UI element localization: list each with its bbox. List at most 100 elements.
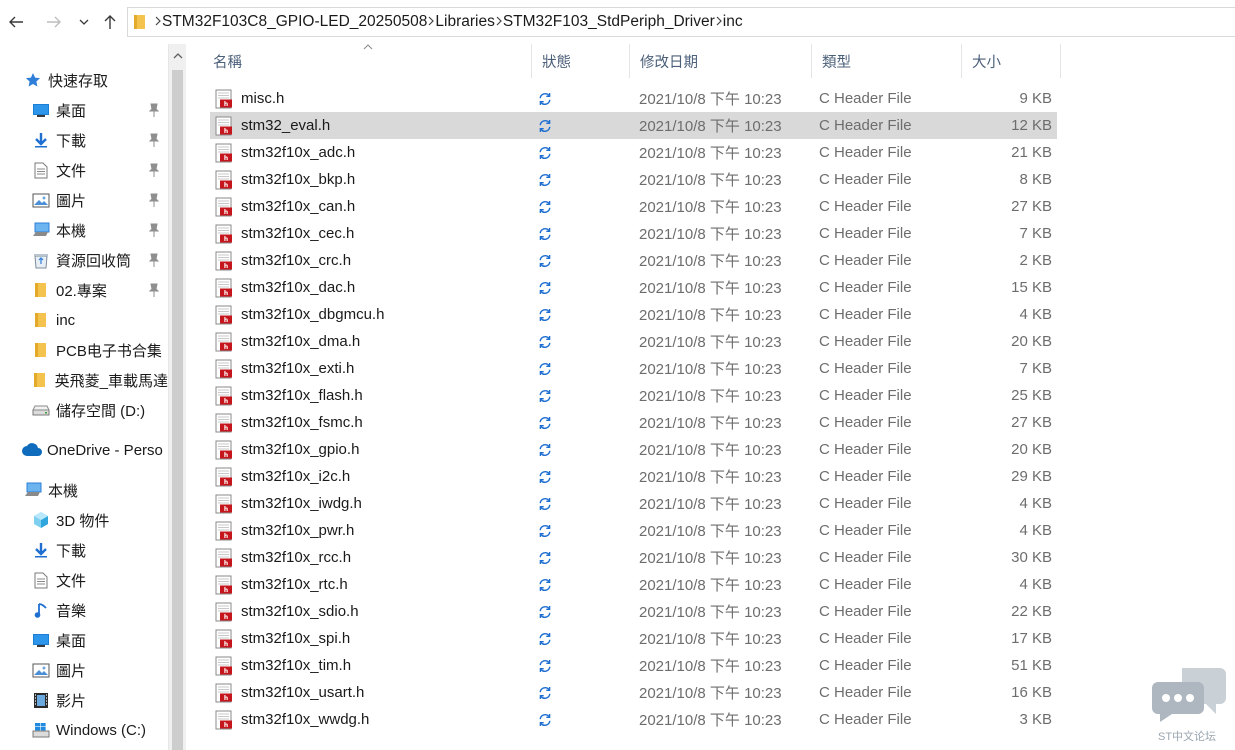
column-header-type[interactable]: 類型 xyxy=(811,44,961,78)
sidebar-item-label: 下載 xyxy=(56,542,87,560)
file-row[interactable]: h stm32f10x_crc.h 2021/10/8 下午 10:23 C Head… xyxy=(210,247,1057,274)
file-row[interactable]: h stm32f10x_i2c.h 2021/10/8 下午 10:23 C Head… xyxy=(210,463,1057,490)
sidebar-item[interactable]: inc xyxy=(0,305,168,335)
sync-status-icon xyxy=(538,470,552,484)
file-row[interactable]: h stm32f10x_gpio.h 2021/10/8 下午 10:23 C Hea… xyxy=(210,436,1057,463)
pin-icon[interactable] xyxy=(148,193,160,211)
sidebar-item[interactable]: 桌面 xyxy=(0,95,168,125)
file-row[interactable]: h stm32f10x_flash.h 2021/10/8 下午 10:23 C He… xyxy=(210,382,1057,409)
file-row[interactable]: h stm32_eval.h 2021/10/8 下午 10:23 C Header … xyxy=(210,112,1057,139)
c-header-file-icon: h xyxy=(214,440,234,460)
sidebar-item[interactable]: 快速存取 xyxy=(0,65,168,95)
file-row[interactable]: h stm32f10x_adc.h 2021/10/8 下午 10:23 C Head… xyxy=(210,139,1057,166)
file-row[interactable]: h stm32f10x_sdio.h 2021/10/8 下午 10:23 C Hea… xyxy=(210,598,1057,625)
sidebar-item[interactable]: 資源回收筒 xyxy=(0,245,168,275)
sidebar-item[interactable]: Windows (C:) xyxy=(0,715,168,745)
sidebar-item[interactable]: 本機 xyxy=(0,215,168,245)
sidebar-scrollbar[interactable] xyxy=(168,44,186,750)
breadcrumb-item[interactable]: Libraries xyxy=(435,13,494,31)
sidebar-item[interactable]: 影片 xyxy=(0,685,168,715)
file-row[interactable]: h misc.h 2021/10/8 下午 10:23 C Header File 9 … xyxy=(210,85,1057,112)
computer-icon xyxy=(24,481,42,499)
file-date: 2021/10/8 下午 10:23 xyxy=(639,280,782,297)
file-name: stm32f10x_dac.h xyxy=(241,279,356,296)
column-header-date[interactable]: 修改日期 xyxy=(629,44,811,78)
column-header-status[interactable]: 狀態 xyxy=(531,44,629,78)
breadcrumb-item-current[interactable]: inc xyxy=(723,13,743,31)
sidebar-item[interactable]: 文件 xyxy=(0,565,168,595)
file-row[interactable]: h stm32f10x_dbgmcu.h 2021/10/8 下午 10:23 C H… xyxy=(210,301,1057,328)
file-name: stm32f10x_adc.h xyxy=(241,144,356,161)
file-row[interactable]: h stm32f10x_can.h 2021/10/8 下午 10:23 C Head… xyxy=(210,193,1057,220)
file-row[interactable]: h stm32f10x_dac.h 2021/10/8 下午 10:23 C Head… xyxy=(210,274,1057,301)
file-name-cell: h stm32f10x_tim.h xyxy=(214,656,351,676)
sidebar-item[interactable]: 音樂 xyxy=(0,595,168,625)
sidebar-item[interactable]: 下載 xyxy=(0,535,168,565)
file-row[interactable]: h stm32f10x_usart.h 2021/10/8 下午 10:23 C He… xyxy=(210,679,1057,706)
pin-icon[interactable] xyxy=(148,163,160,181)
scrollbar-thumb[interactable] xyxy=(172,70,183,750)
file-name: stm32f10x_crc.h xyxy=(241,252,352,269)
download-icon xyxy=(32,131,50,149)
file-row[interactable]: h stm32f10x_bkp.h 2021/10/8 下午 10:23 C Head… xyxy=(210,166,1057,193)
c-header-file-icon: h xyxy=(214,143,234,163)
sidebar-item[interactable]: 本機 xyxy=(0,475,168,505)
up-button[interactable] xyxy=(99,8,121,36)
sidebar-item-label: PCB电子书合集 xyxy=(56,342,162,360)
sidebar-item-label: 儲存空間 (D:) xyxy=(56,402,146,420)
file-size: 4 KB xyxy=(1019,522,1052,539)
pin-icon[interactable] xyxy=(148,223,160,241)
file-row[interactable]: h stm32f10x_rcc.h 2021/10/8 下午 10:23 C Head… xyxy=(210,544,1057,571)
svg-text:h: h xyxy=(224,533,228,540)
file-type: C Header File xyxy=(819,468,912,485)
scroll-up-icon[interactable] xyxy=(173,52,183,60)
recent-locations-button[interactable] xyxy=(76,8,92,36)
sidebar-item[interactable]: 3D 物件 xyxy=(0,505,168,535)
file-row[interactable]: h stm32f10x_pwr.h 2021/10/8 下午 10:23 C Head… xyxy=(210,517,1057,544)
pin-icon[interactable] xyxy=(148,253,160,271)
svg-text:h: h xyxy=(224,371,228,378)
sidebar-item[interactable]: 文件 xyxy=(0,155,168,185)
c-header-file-icon: h xyxy=(214,224,234,244)
svg-text:h: h xyxy=(224,668,228,675)
sidebar-item[interactable]: 下載 xyxy=(0,125,168,155)
back-button[interactable] xyxy=(4,8,28,36)
sidebar-item[interactable]: 桌面 xyxy=(0,625,168,655)
file-row[interactable]: h stm32f10x_cec.h 2021/10/8 下午 10:23 C Head… xyxy=(210,220,1057,247)
sidebar-item[interactable]: 02.專案 xyxy=(0,275,168,305)
column-header-name[interactable]: 名稱 xyxy=(203,44,531,78)
sidebar-item[interactable]: PCB电子书合集 xyxy=(0,335,168,365)
file-row[interactable]: h stm32f10x_dma.h 2021/10/8 下午 10:23 C Head… xyxy=(210,328,1057,355)
file-row[interactable]: h stm32f10x_fsmc.h 2021/10/8 下午 10:23 C Hea… xyxy=(210,409,1057,436)
breadcrumb-item[interactable]: STM32F103C8_GPIO-LED_20250508 xyxy=(162,13,427,31)
forward-button[interactable] xyxy=(42,8,66,36)
column-header-size[interactable]: 大小 xyxy=(961,44,1061,78)
breadcrumb-item[interactable]: STM32F103_StdPeriph_Driver xyxy=(503,13,715,31)
file-date: 2021/10/8 下午 10:23 xyxy=(639,442,782,459)
file-size: 8 KB xyxy=(1019,171,1052,188)
file-row[interactable]: h stm32f10x_tim.h 2021/10/8 下午 10:23 C Head… xyxy=(210,652,1057,679)
file-type: C Header File xyxy=(819,225,912,242)
file-row[interactable]: h stm32f10x_wwdg.h 2021/10/8 下午 10:23 C Hea… xyxy=(210,706,1057,733)
sidebar-item[interactable]: 英飛菱_車載馬達 xyxy=(0,365,168,395)
file-type: C Header File xyxy=(819,198,912,215)
sidebar-item[interactable]: 儲存空間 (D:) xyxy=(0,395,168,425)
pin-icon[interactable] xyxy=(148,133,160,151)
file-row[interactable]: h stm32f10x_iwdg.h 2021/10/8 下午 10:23 C Hea… xyxy=(210,490,1057,517)
file-type: C Header File xyxy=(819,711,912,728)
svg-text:h: h xyxy=(224,236,228,243)
sidebar-item[interactable]: 圖片 xyxy=(0,655,168,685)
sidebar-item-label: 3D 物件 xyxy=(56,512,110,530)
sidebar-item-label: 桌面 xyxy=(56,632,87,650)
file-name: stm32f10x_can.h xyxy=(241,198,356,215)
address-bar[interactable]: STM32F103C8_GPIO-LED_20250508 Libraries … xyxy=(127,7,1235,37)
sidebar-item[interactable]: 圖片 xyxy=(0,185,168,215)
sidebar-item[interactable]: OneDrive - Perso xyxy=(0,435,168,465)
pin-icon[interactable] xyxy=(148,103,160,121)
file-row[interactable]: h stm32f10x_exti.h 2021/10/8 下午 10:23 C Hea… xyxy=(210,355,1057,382)
pin-icon[interactable] xyxy=(148,283,160,301)
file-row[interactable]: h stm32f10x_spi.h 2021/10/8 下午 10:23 C Head… xyxy=(210,625,1057,652)
file-row[interactable]: h stm32f10x_rtc.h 2021/10/8 下午 10:23 C Head… xyxy=(210,571,1057,598)
sync-status-icon xyxy=(538,416,552,430)
file-date: 2021/10/8 下午 10:23 xyxy=(639,712,782,729)
